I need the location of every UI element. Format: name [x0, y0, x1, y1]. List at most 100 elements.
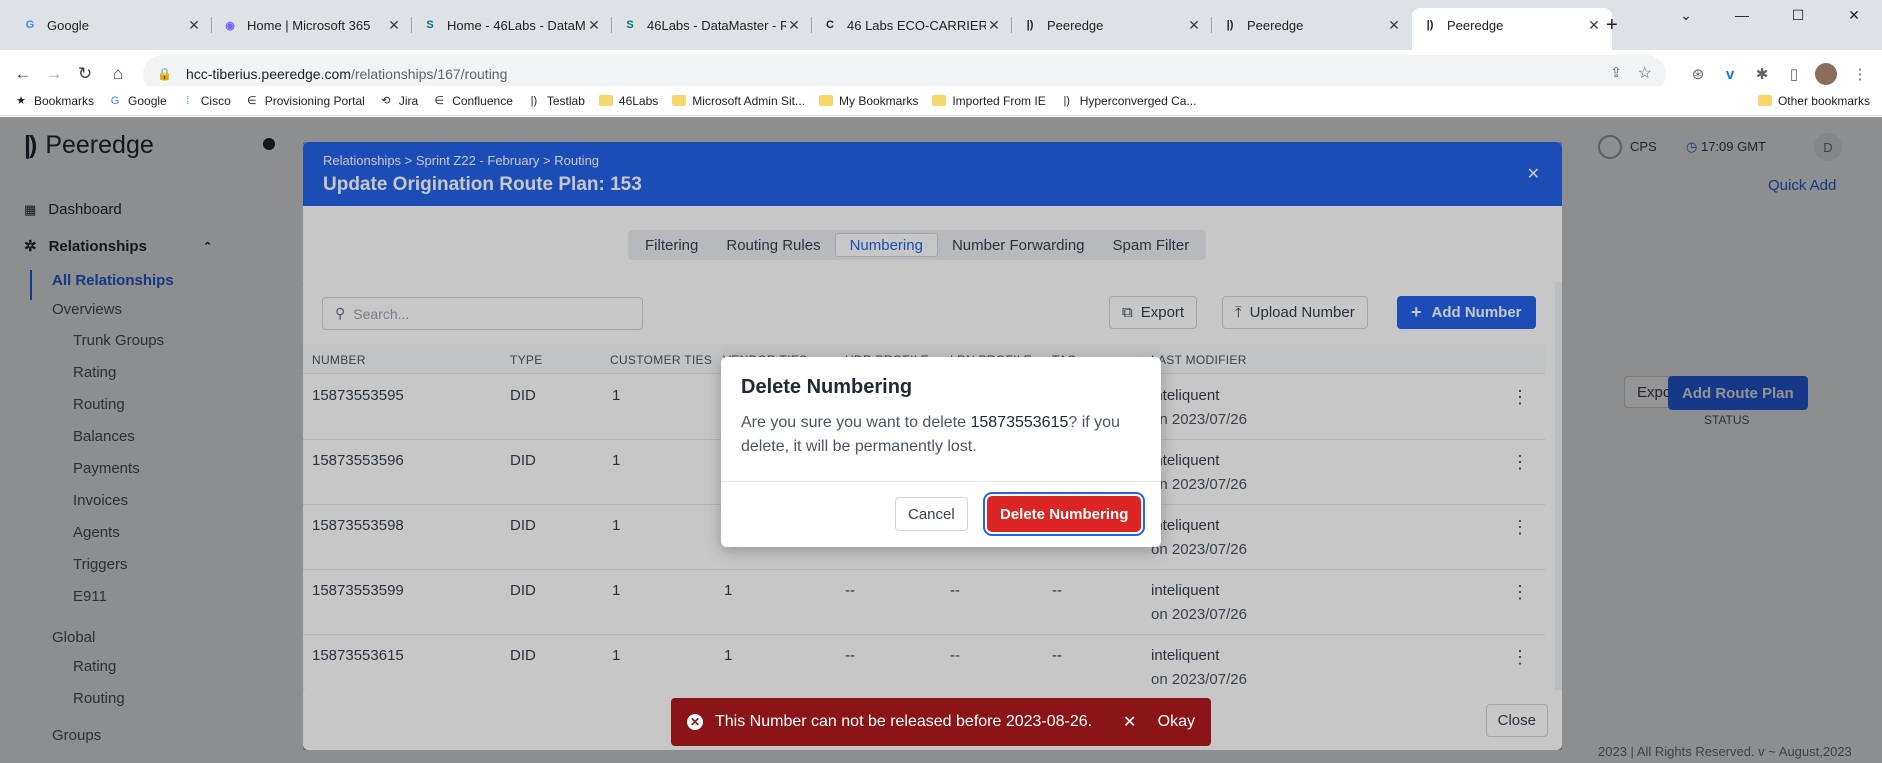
message-number: 15873553615	[970, 414, 1069, 431]
tab-label: Google	[47, 17, 89, 33]
menu-icon[interactable]: ⋮	[1850, 64, 1870, 84]
bookmark-item[interactable]: My Bookmarks	[818, 94, 918, 108]
maximize-button[interactable]: ☐	[1770, 0, 1826, 30]
delete-label: Delete Numbering	[1000, 505, 1129, 523]
jira-icon: ⟲	[381, 95, 391, 107]
close-icon[interactable]: ✕	[586, 17, 602, 34]
delete-numbering-button[interactable]: Delete Numbering	[987, 496, 1142, 532]
profile-avatar[interactable]	[1815, 63, 1837, 85]
peeredge-icon: |)	[1226, 19, 1234, 31]
folder-icon	[932, 95, 947, 106]
peeredge-icon: |)	[1426, 19, 1434, 31]
bookmark-item[interactable]: ★ Bookmarks	[14, 94, 94, 108]
browser-tab[interactable]: |) Peeredge ✕	[1412, 8, 1612, 50]
bookmark-label: Imported From IE	[952, 93, 1046, 108]
close-icon: ✕	[1848, 6, 1860, 23]
bookmark-item[interactable]: Imported From IE	[932, 93, 1046, 108]
toast-okay-button[interactable]: Okay	[1158, 713, 1195, 731]
bookmark-label: Testlab	[546, 93, 585, 108]
sidepanel-icon[interactable]: ▯	[1784, 64, 1804, 84]
bookmark-item[interactable]: ∈ Confluence	[432, 94, 513, 108]
bookmark-item[interactable]: Microsoft Admin Sit...	[672, 94, 805, 108]
browser-tab[interactable]: S Home - 46Labs - DataMa ✕	[412, 8, 612, 42]
browser-tab-strip: G Google ✕ ◉ Home | Microsoft 365 ✕ S Home - 46…	[0, 0, 1882, 50]
bookmark-item[interactable]: ⁞ Cisco	[181, 94, 231, 108]
bookmark-item[interactable]: 46Labs	[598, 93, 659, 108]
close-icon[interactable]: ✕	[786, 17, 802, 34]
browser-tab[interactable]: G Google ✕	[12, 8, 212, 42]
toast-dismiss-button[interactable]: ✕	[1120, 712, 1140, 732]
other-bookmarks[interactable]: Other bookmarks	[1757, 93, 1870, 108]
reload-icon: ↻	[77, 64, 93, 83]
bookmark-label: Cisco	[200, 93, 231, 108]
close-icon: ✕	[1122, 714, 1137, 731]
browser-tab[interactable]: ◉ Home | Microsoft 365 ✕	[212, 8, 412, 42]
browser-tab[interactable]: S 46Labs - DataMaster - RF ✕	[612, 8, 812, 42]
google-icon: G	[110, 94, 120, 107]
microsoft365-icon: ◉	[225, 19, 235, 32]
star-icon: ★	[16, 95, 26, 107]
close-icon[interactable]: ✕	[186, 17, 202, 34]
bookmark-item[interactable]: ⟲ Jira	[379, 94, 418, 108]
bookmark-item[interactable]: |) Testlab	[527, 94, 585, 108]
sharepoint-icon: S	[626, 19, 634, 31]
back-button[interactable]: ←	[11, 62, 35, 86]
bookmark-label: Bookmarks	[34, 93, 95, 108]
tab-search-button[interactable]: ⌄	[1658, 0, 1714, 30]
tab-label: Home | Microsoft 365	[247, 17, 371, 33]
url-host: hcc-tiberius.peeredge.com	[185, 66, 351, 82]
minimize-button[interactable]: —	[1714, 0, 1770, 30]
home-icon: ⌂	[112, 64, 124, 83]
url-text: hcc-tiberius.peeredge.com/relationships/…	[186, 66, 507, 82]
reload-button[interactable]: ↻	[73, 62, 97, 86]
google-icon: G	[25, 19, 35, 31]
bookmark-item[interactable]: ∈ Provisioning Portal	[245, 94, 365, 108]
star-icon[interactable]: ☆	[1638, 63, 1652, 83]
arrow-right-icon: →	[45, 64, 63, 83]
folder-icon	[1757, 95, 1772, 106]
home-button[interactable]: ⌂	[106, 62, 130, 86]
forward-button[interactable]: →	[42, 62, 66, 86]
new-tab-button[interactable]: +	[1596, 8, 1628, 42]
close-icon[interactable]: ✕	[386, 17, 402, 34]
tab-label: 46Labs - DataMaster - RF	[647, 17, 786, 33]
bookmark-item[interactable]: |) Hyperconverged Ca...	[1060, 94, 1196, 108]
close-icon[interactable]: ✕	[1386, 17, 1402, 34]
bookmark-label: Google	[128, 93, 167, 108]
sharepoint-icon: S	[426, 19, 434, 31]
close-window-button[interactable]: ✕	[1826, 0, 1882, 30]
vimeo-icon[interactable]: v	[1720, 64, 1740, 84]
browser-tab[interactable]: C 46 Labs ECO-CARRIER ✕	[812, 8, 1012, 42]
delete-confirm-dialog: Delete Numbering Are you sure you want t…	[721, 357, 1161, 547]
close-icon[interactable]: ✕	[1186, 17, 1202, 34]
tab-label: Home - 46Labs - DataMa	[447, 17, 586, 33]
url-path: /relationships/167/routing	[350, 66, 508, 82]
dialog-title: Delete Numbering	[741, 376, 913, 398]
bookmark-label: 46Labs	[618, 93, 659, 108]
share-icon[interactable]: ⇪	[1610, 64, 1622, 81]
browser-tab[interactable]: |) Peeredge ✕	[1212, 8, 1412, 42]
maximize-icon: ☐	[1791, 6, 1805, 23]
browser-tab[interactable]: |) Peeredge ✕	[1012, 8, 1212, 42]
error-toast: ✕ This Number can not be released before…	[671, 698, 1211, 746]
peeredge-icon: |)	[530, 94, 538, 107]
toast-message: This Number can not be released before 2…	[715, 713, 1093, 730]
bookmark-item[interactable]: G Google	[108, 94, 167, 108]
bookmark-label: Provisioning Portal	[264, 93, 365, 108]
window-controls: ⌄ — ☐ ✕	[1658, 0, 1882, 30]
puzzle-icon[interactable]: ✱	[1752, 64, 1772, 84]
tab-label: Peeredge	[1447, 17, 1504, 33]
lock-icon: 🔒	[157, 67, 172, 81]
close-icon[interactable]: ✕	[986, 17, 1002, 34]
cancel-label: Cancel	[908, 505, 955, 523]
peeredge-icon: |)	[1063, 94, 1070, 107]
extension-icon[interactable]: ⊛	[1688, 64, 1708, 84]
bookmarks-bar: ★ Bookmarks G Google ⁞ Cisco ∈ Provisioning Por…	[0, 86, 1882, 116]
cancel-button[interactable]: Cancel	[895, 497, 968, 531]
other-bookmarks-label: Other bookmarks	[1777, 93, 1870, 108]
bookmark-label: Microsoft Admin Sit...	[692, 93, 805, 108]
cisco-icon: ⁞	[186, 94, 190, 107]
dialog-divider	[721, 481, 1161, 482]
peeredge-icon: |)	[1026, 19, 1034, 31]
confluence-icon: ∈	[246, 95, 257, 107]
